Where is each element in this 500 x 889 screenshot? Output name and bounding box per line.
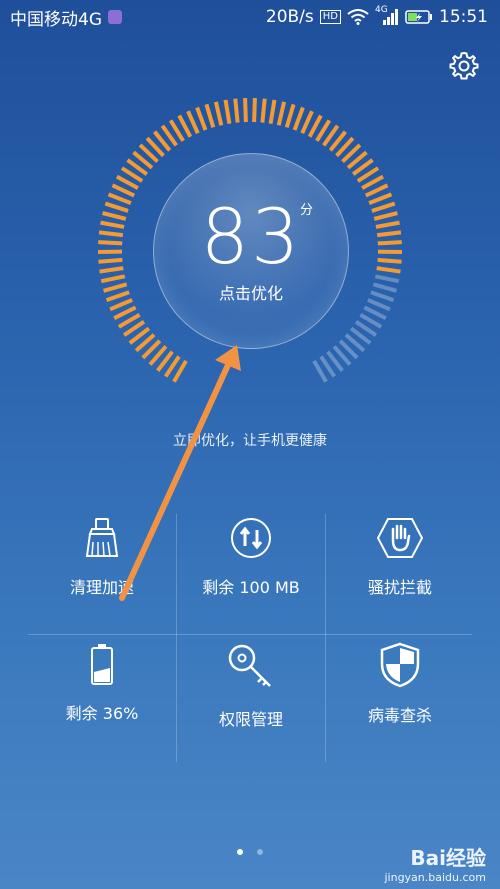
gallery-notification-icon [108, 10, 122, 24]
dial-tick-active [268, 99, 277, 124]
score-dial: 83 分 点击优化 [90, 90, 410, 410]
status-bar: 中国移动4G 20B/s HD 4G 15:51 [0, 0, 500, 34]
dial-tick-active [195, 106, 208, 131]
battery-icon [91, 644, 113, 685]
dial-tick-active [223, 99, 232, 124]
dial-tick-active [375, 220, 400, 229]
data-usage-tile[interactable]: 剩余 100 MB [177, 516, 325, 642]
optimize-button[interactable]: 83 分 点击优化 [153, 153, 349, 349]
dial-tick-inactive [372, 282, 397, 293]
dial-tick-active [371, 201, 396, 213]
dial-tick-active [111, 183, 136, 198]
watermark-url: jingyan.baidu.com [384, 871, 486, 884]
dial-tick-active [102, 211, 127, 221]
dial-tick-active [377, 240, 402, 246]
shield-icon [380, 642, 420, 688]
baidu-watermark: Bai经验 jingyan.baidu.com [384, 842, 486, 884]
data-arrows-icon [231, 518, 271, 558]
broom-icon [85, 518, 119, 557]
hd-badge: HD [319, 10, 341, 24]
battery-tile[interactable]: 剩余 36% [28, 642, 176, 768]
dial-tick-inactive [367, 298, 391, 312]
dial-tick-active [105, 290, 130, 303]
wifi-icon [347, 9, 369, 25]
dial-tick-active [243, 98, 248, 123]
dial-tick-active [186, 110, 200, 134]
dial-tick-active [364, 183, 389, 198]
dial-tick-active [100, 220, 125, 229]
dial-tick-active [300, 110, 314, 134]
page-dot-active[interactable] [237, 849, 244, 855]
dial-tick-active [276, 101, 287, 126]
dial-tick-active [98, 257, 123, 264]
battery-label: 剩余 36% [65, 704, 139, 723]
battery-status-icon [405, 10, 432, 24]
hand-block-icon [376, 518, 424, 558]
dial-tick-active [368, 192, 393, 205]
dial-tick-active [99, 266, 124, 274]
virus-scan-label: 病毒查杀 [367, 706, 432, 725]
carrier-label: 中国移动4G [10, 9, 102, 30]
dial-tick-inactive [374, 274, 400, 284]
score-unit: 分 [300, 203, 314, 218]
dial-tick-active [233, 98, 240, 123]
harassment-block-tile[interactable]: 骚扰拦截 [326, 516, 474, 642]
dial-tick-active [376, 230, 402, 238]
dial-tick-active [376, 266, 401, 274]
cleanup-tile[interactable]: 清理加速 [28, 516, 176, 642]
permission-tile[interactable]: 权限管理 [177, 642, 325, 768]
dial-tick-active [284, 103, 296, 128]
gear-icon[interactable] [448, 50, 480, 82]
permission-label: 权限管理 [218, 710, 283, 729]
signal-icon [383, 9, 398, 25]
watermark-brand: Bai经验 [410, 846, 486, 870]
harassment-block-label: 骚扰拦截 [367, 578, 432, 597]
dial-tick-active [104, 201, 129, 213]
dial-tick-active [252, 98, 257, 123]
dial-tick-active [204, 103, 216, 128]
dial-tick-active [98, 240, 123, 246]
optimize-tip: 立即优化，让手机更健康 [173, 433, 327, 449]
dial-tick-active [100, 274, 126, 284]
dial-tick-active [103, 282, 128, 293]
dial-tick-active [260, 98, 267, 123]
optimize-label: 点击优化 [218, 284, 283, 303]
function-grid: 清理加速 剩余 100 MB 骚扰拦截 剩余 36% 权限管理 病毒查杀 [28, 510, 474, 770]
dial-tick-active [213, 101, 224, 126]
page-dot[interactable] [256, 849, 263, 855]
cleanup-label: 清理加速 [69, 578, 134, 597]
score-value: 83 [200, 192, 302, 281]
dial-tick-active [292, 106, 305, 131]
network-speed: 20B/s [265, 7, 314, 27]
dial-tick-inactive [370, 290, 395, 303]
dial-tick-active [373, 211, 398, 221]
clock: 15:51 [439, 7, 488, 27]
key-icon [228, 644, 271, 687]
dial-tick-active [377, 257, 402, 264]
virus-scan-tile[interactable]: 病毒查杀 [326, 642, 474, 768]
dial-tick-active [107, 192, 132, 205]
dial-tick-active [98, 230, 124, 238]
data-usage-label: 剩余 100 MB [202, 578, 300, 597]
dial-tick-active [109, 298, 133, 312]
